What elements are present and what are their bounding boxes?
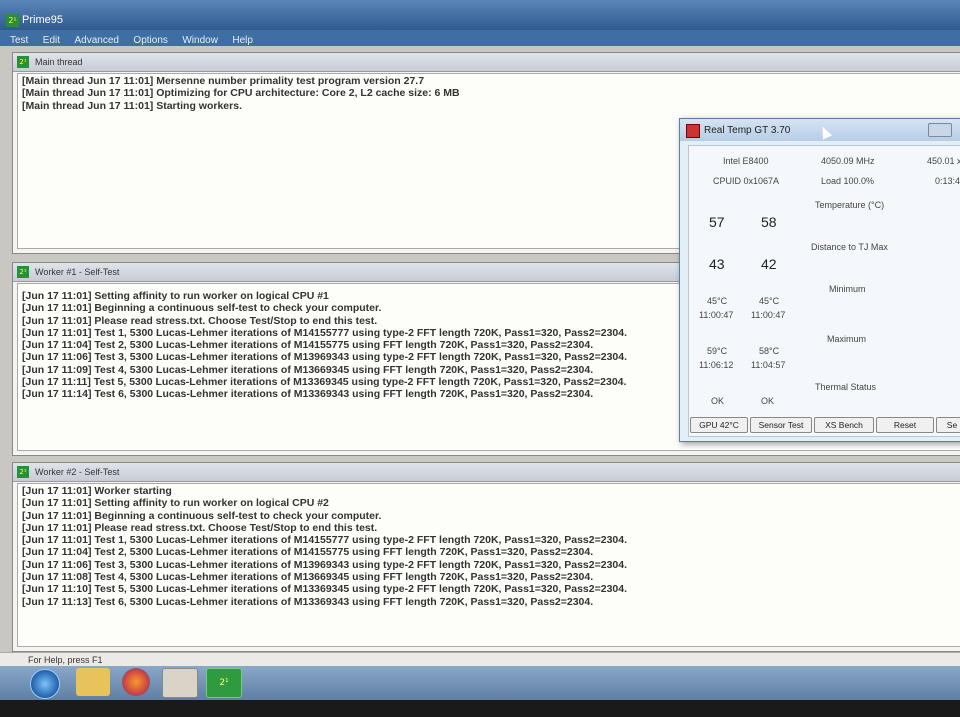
core0-distance: 43 — [709, 256, 725, 272]
worker2-titlebar[interactable]: 2¹ Worker #2 - Self-Test — [13, 463, 960, 482]
log-line: [Jun 17 11:01] Test 1, 5300 Lucas-Lehmer… — [22, 534, 628, 547]
prime95-icon: 2¹ — [17, 56, 29, 68]
distance-label: Distance to TJ Max — [811, 242, 888, 252]
prime95-icon: 2¹ — [17, 266, 29, 278]
worker2-log[interactable]: [Jun 17 11:01] Worker starting [Jun 17 1… — [17, 483, 960, 647]
app-title: Prime95 — [22, 14, 63, 26]
xs-bench-button[interactable]: XS Bench — [814, 417, 874, 433]
core0-max-time: 11:06:12 — [699, 360, 734, 370]
worker1-title: Worker #1 - Self-Test — [35, 267, 120, 277]
log-line: [Jun 17 11:06] Test 3, 5300 Lucas-Lehmer… — [22, 558, 628, 571]
main-thread-title: Main thread — [35, 57, 83, 67]
settings-button[interactable]: Se — [936, 417, 960, 433]
menu-help[interactable]: Help — [232, 35, 253, 46]
cpu-load: Load 100.0% — [821, 176, 875, 186]
gpu-button[interactable]: GPU 42°C — [690, 417, 748, 433]
menu-advanced[interactable]: Advanced — [74, 35, 118, 46]
log-line: [Jun 17 11:08] Test 4, 5300 Lucas-Lehmer… — [22, 571, 594, 584]
log-line: [Jun 17 11:01] Setting affinity to run w… — [22, 497, 329, 510]
log-line: [Jun 17 11:10] Test 5, 5300 Lucas-Lehmer… — [22, 583, 628, 596]
menu-test[interactable]: Test — [10, 35, 28, 46]
cpuid: CPUID 0x1067A — [713, 176, 780, 186]
realtemp-icon — [686, 124, 700, 138]
main-thread-titlebar[interactable]: 2¹ Main thread — [13, 53, 960, 72]
log-line: [Jun 17 11:01] Beginning a continuous se… — [22, 509, 382, 522]
log-line: [Jun 17 11:01] Please read stress.txt. C… — [22, 521, 378, 534]
sensor-test-button[interactable]: Sensor Test — [750, 417, 812, 433]
worker2-window[interactable]: 2¹ Worker #2 - Self-Test [Jun 17 11:01] … — [12, 462, 960, 652]
core1-min-time: 11:00:47 — [751, 310, 786, 320]
app-titlebar[interactable]: 2¹ Prime95 — [0, 0, 960, 30]
cpu-multiplier: 450.01 x — [927, 156, 960, 166]
prime95-taskbar-icon[interactable]: 2¹ — [206, 668, 242, 698]
prime95-icon: 2¹ — [6, 14, 19, 27]
screen: 2¹ Prime95 Test Edit Advanced Options Wi… — [0, 0, 960, 700]
start-button[interactable] — [30, 669, 60, 699]
core1-temp: 58 — [761, 214, 777, 230]
core0-status: OK — [711, 396, 725, 406]
cpu-mhz: 4050.09 MHz — [821, 156, 875, 166]
log-line: [Jun 17 11:13] Test 6, 5300 Lucas-Lehmer… — [22, 595, 594, 608]
realtemp-title: Real Temp GT 3.70 — [704, 125, 791, 136]
realtemp-panel: Intel E8400 4050.09 MHz 450.01 x CPUID 0… — [688, 145, 960, 437]
worker2-title: Worker #2 - Self-Test — [35, 467, 120, 477]
core1-status: OK — [761, 396, 775, 406]
realtemp-window[interactable]: Real Temp GT 3.70 Intel E8400 4050.09 MH… — [679, 118, 960, 442]
log-line: [Main thread Jun 17 11:01] Mersenne numb… — [22, 75, 425, 87]
menubar: Test Edit Advanced Options Window Help — [0, 30, 960, 46]
menu-edit[interactable]: Edit — [43, 35, 60, 46]
core0-min-time: 11:00:47 — [699, 310, 734, 320]
core1-min: 45°C — [759, 296, 780, 306]
prime95-icon: 2¹ — [17, 466, 29, 478]
menu-options[interactable]: Options — [133, 35, 167, 46]
core1-distance: 42 — [761, 256, 777, 272]
explorer-taskbar-icon[interactable] — [76, 668, 110, 696]
log-line: [Main thread Jun 17 11:01] Starting work… — [22, 99, 242, 112]
elapsed-time: 0:13:4 — [935, 176, 960, 186]
status-bar: For Help, press F1 — [0, 652, 960, 667]
temperature-label: Temperature (°C) — [815, 200, 885, 210]
reset-button[interactable]: Reset — [876, 417, 934, 433]
core1-max: 58°C — [759, 346, 780, 356]
core1-max-time: 11:04:57 — [751, 360, 786, 370]
minimize-button[interactable] — [928, 123, 952, 137]
home-app-taskbar-icon[interactable] — [162, 668, 198, 698]
core0-temp: 57 — [709, 214, 725, 230]
firefox-taskbar-icon[interactable] — [122, 668, 150, 696]
log-line: [Jun 17 11:04] Test 2, 5300 Lucas-Lehmer… — [22, 546, 594, 559]
maximum-label: Maximum — [827, 334, 867, 344]
menu-window[interactable]: Window — [182, 35, 218, 46]
log-line: [Jun 17 11:01] Worker starting — [22, 485, 172, 497]
thermal-status-label: Thermal Status — [815, 382, 877, 392]
cpu-model: Intel E8400 — [723, 156, 769, 166]
core0-min: 45°C — [707, 296, 728, 306]
log-line: [Main thread Jun 17 11:01] Optimizing fo… — [22, 87, 460, 100]
taskbar: 2¹ — [0, 666, 960, 700]
core0-max: 59°C — [707, 346, 728, 356]
minimum-label: Minimum — [829, 284, 866, 294]
